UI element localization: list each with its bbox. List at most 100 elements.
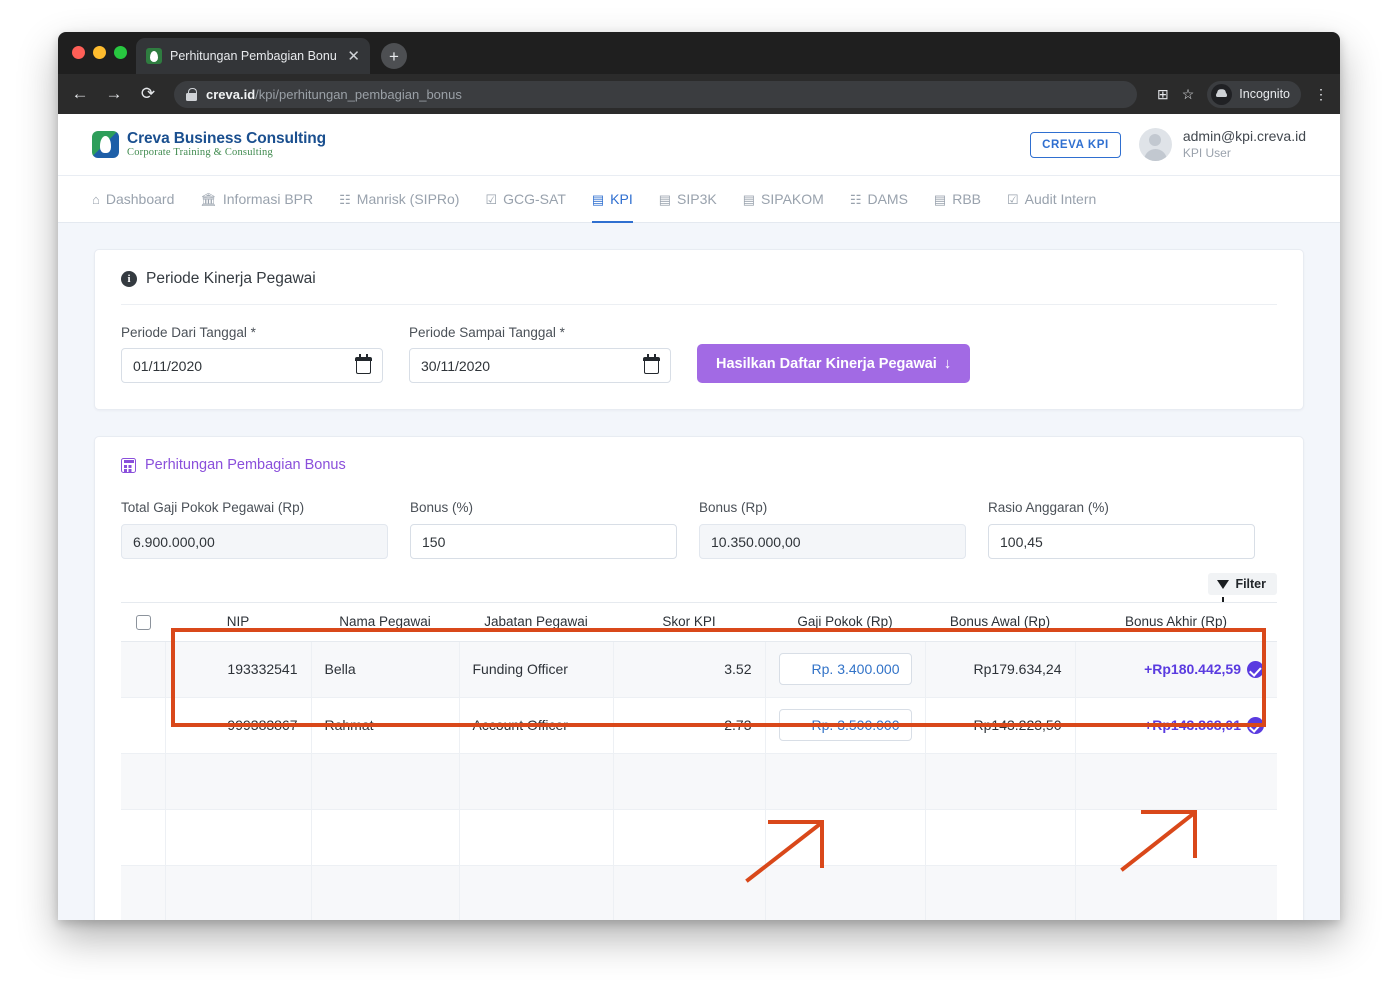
nav-item-dashboard[interactable]: ⌂ Dashboard <box>92 176 187 222</box>
user-menu[interactable]: admin@kpi.creva.id KPI User <box>1138 128 1306 161</box>
nav-item-dams[interactable]: ☷ DAMS <box>837 176 921 222</box>
calendar-icon[interactable] <box>355 353 372 374</box>
nav-item-rbb[interactable]: ▤ RBB <box>921 176 994 222</box>
bonus-field-label: Total Gaji Pokok Pegawai (Rp) <box>121 500 305 515</box>
row-checkbox-cell[interactable] <box>121 641 166 698</box>
url-text: creva.id/kpi/perhitungan_pembagian_bonus <box>206 87 462 102</box>
periode-dari-input[interactable]: 01/11/2020 <box>121 348 383 383</box>
gaji-pokok-input[interactable]: Rp. 3.500.000 <box>778 709 912 742</box>
empty-cell <box>765 809 926 866</box>
bonus-field-input[interactable]: 150 <box>410 524 677 559</box>
table-row-empty <box>121 865 1277 920</box>
translate-icon[interactable]: ⊞ <box>1157 86 1169 103</box>
cell-jabatan: Account Officer <box>459 697 614 754</box>
cell-bonus-awal: Rp143.223,50 <box>925 697 1076 754</box>
table-container: NIP Nama Pegawai Jabatan Pegawai Skor KPI Ga… <box>95 602 1303 920</box>
nav-icon: ☷ <box>339 191 351 207</box>
column-header: Gaji Pokok (Rp) <box>765 602 925 642</box>
bookmark-star-icon[interactable]: ☆ <box>1182 86 1195 103</box>
toolbar-icons: ⊞ ☆ Incognito ⋮ <box>1157 80 1328 108</box>
cell-bonus-akhir: +Rp180.442,59 <box>1075 641 1277 698</box>
periode-form-row: Periode Dari Tanggal * 01/11/2020 Period… <box>95 305 1303 409</box>
nav-item-kpi[interactable]: ▤ KPI <box>579 176 646 223</box>
periode-sampai-input[interactable]: 30/11/2020 <box>409 348 671 383</box>
table-row-empty <box>121 809 1277 866</box>
empty-cell <box>459 865 614 920</box>
incognito-indicator[interactable]: Incognito <box>1207 80 1301 108</box>
empty-cell <box>311 809 460 866</box>
address-bar[interactable]: creva.id/kpi/perhitungan_pembagian_bonus <box>174 80 1137 108</box>
back-icon[interactable]: ← <box>70 84 90 104</box>
nav-icon: ▤ <box>742 191 756 207</box>
bonus-field-input[interactable]: 10.350.000,00 <box>699 524 966 559</box>
empty-cell <box>925 809 1076 866</box>
bonus-table: NIP Nama Pegawai Jabatan Pegawai Skor KPI Ga… <box>121 602 1277 920</box>
minimize-window-button[interactable] <box>93 46 106 59</box>
empty-cell <box>613 865 766 920</box>
close-tab-icon[interactable]: ✕ <box>345 49 362 64</box>
nav-item-label: SIP3K <box>677 191 717 207</box>
cell-jabatan: Funding Officer <box>459 641 614 698</box>
user-email: admin@kpi.creva.id <box>1182 128 1306 145</box>
browser-menu-icon[interactable]: ⋮ <box>1314 86 1328 103</box>
cell-gaji-pokok: Rp. 3.500.000 <box>765 697 926 754</box>
empty-cell <box>1075 865 1277 920</box>
avatar <box>1138 128 1172 161</box>
favicon-icon <box>146 48 162 64</box>
nav-item-sip3k[interactable]: ▤ SIP3K <box>646 176 730 222</box>
brand-subtitle: Corporate Training & Consulting <box>127 147 273 159</box>
hasilkan-daftar-button[interactable]: Hasilkan Daftar Kinerja Pegawai ↓ <box>697 344 971 383</box>
new-tab-button[interactable]: + <box>381 43 407 69</box>
cell-bonus-akhir: +Rp143.868,01 <box>1075 697 1277 754</box>
tab-title: Perhitungan Pembagian Bonus <box>170 49 338 63</box>
creva-kpi-badge[interactable]: CREVA KPI <box>1030 131 1121 158</box>
maximize-window-button[interactable] <box>114 46 127 59</box>
empty-cell <box>613 809 766 866</box>
nav-item-manrisk-sipro[interactable]: ☷ Manrisk (SIPRo) <box>326 176 472 222</box>
nav-item-label: DAMS <box>867 191 908 207</box>
bonus-akhir-value: +Rp180.442,59 <box>1144 661 1241 678</box>
nav-item-gcg-sat[interactable]: ☑ GCG-SAT <box>472 176 578 222</box>
brand-logo[interactable]: Creva Business Consulting Corporate Trai… <box>92 130 326 159</box>
bonus-field-input[interactable]: 6.900.000,00 <box>121 524 388 559</box>
filter-button[interactable]: Filter <box>1208 573 1277 602</box>
nav-icon: ▤ <box>933 191 947 207</box>
empty-cell <box>925 865 1076 920</box>
nav-item-label: Dashboard <box>105 191 175 207</box>
column-header: Bonus Awal (Rp) <box>925 602 1075 642</box>
nav-item-informasi-bpr[interactable]: 🏛 Informasi BPR <box>187 176 326 222</box>
column-header: Skor KPI <box>613 602 765 642</box>
nav-item-label: RBB <box>952 191 982 207</box>
nav-item-sipakom[interactable]: ▤ SIPAKOM <box>730 176 837 222</box>
calendar-icon[interactable] <box>643 353 660 374</box>
close-window-button[interactable] <box>72 46 85 59</box>
empty-cell <box>311 753 460 810</box>
info-icon: i <box>121 271 137 287</box>
incognito-avatar-icon <box>1211 83 1233 105</box>
logo-icon <box>92 131 119 158</box>
select-all-checkbox[interactable] <box>135 614 151 630</box>
periode-dari-value: 01/11/2020 <box>133 357 203 374</box>
table-row-empty <box>121 753 1277 810</box>
bonus-field-1: Bonus (%) 150 <box>410 500 699 559</box>
forward-icon[interactable]: → <box>104 84 124 104</box>
periode-card-title-text: Periode Kinerja Pegawai <box>146 270 316 287</box>
gaji-pokok-input[interactable]: Rp. 3.400.000 <box>778 653 912 686</box>
column-header: NIP <box>165 602 311 642</box>
browser-tab[interactable]: Perhitungan Pembagian Bonus ✕ <box>136 38 370 74</box>
cell-gaji-pokok: Rp. 3.400.000 <box>765 641 926 698</box>
main-nav: ⌂ Dashboard 🏛 Informasi BPR ☷ Manrisk (SIPRo)… <box>58 176 1340 223</box>
nav-item-audit-intern[interactable]: ☑ Audit Intern <box>994 176 1109 222</box>
row-checkbox-cell[interactable] <box>121 697 166 754</box>
column-header: Nama Pegawai <box>311 602 459 642</box>
empty-cell <box>613 753 766 810</box>
bonus-field-input[interactable]: 100,45 <box>988 524 1255 559</box>
nav-item-label: Manrisk (SIPRo) <box>356 191 460 207</box>
periode-sampai-field: Periode Sampai Tanggal * 30/11/2020 <box>409 325 671 383</box>
table-body: 193332541 Bella Funding Officer 3.52 Rp. 3.4… <box>121 641 1277 920</box>
table-row[interactable]: 193332541 Bella Funding Officer 3.52 Rp. 3.4… <box>121 641 1277 698</box>
nav-icon: ☑ <box>485 191 498 207</box>
bonus-akhir-value-wrap: +Rp180.442,59 <box>1089 660 1264 678</box>
reload-icon[interactable]: ⟳ <box>138 84 158 104</box>
table-row[interactable]: 999383867 Rahmat Account Officer 2.73 Rp. 3.… <box>121 697 1277 754</box>
